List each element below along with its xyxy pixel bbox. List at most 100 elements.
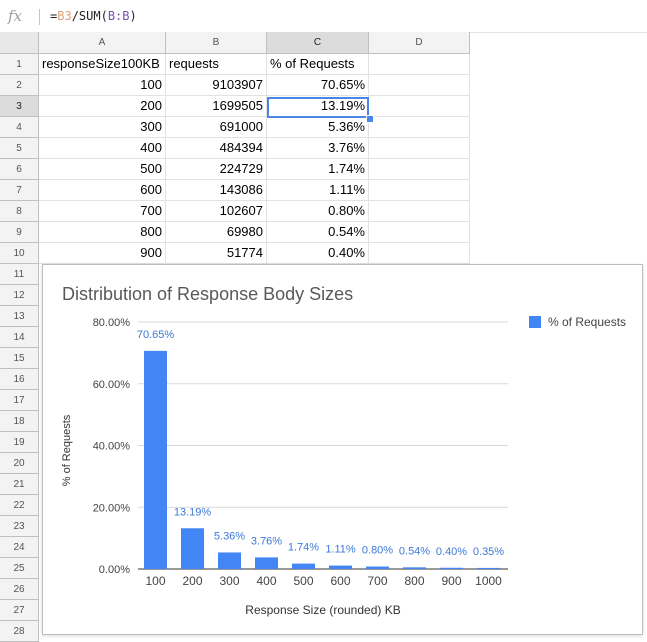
table-cell[interactable]: 0.54%: [267, 222, 369, 243]
bar: [144, 350, 167, 569]
row-header-8[interactable]: 8: [0, 201, 39, 222]
table-cell[interactable]: 1.74%: [267, 159, 369, 180]
formula-bar: fx =B3/SUM(B:B): [0, 0, 647, 33]
table-cell[interactable]: 102607: [166, 201, 267, 222]
table-cell[interactable]: 0.40%: [267, 243, 369, 264]
empty-cell[interactable]: [369, 201, 470, 222]
bar-data-label: 3.76%: [251, 535, 282, 547]
y-axis-title: % of Requests: [61, 414, 73, 486]
bar: [292, 563, 315, 569]
row-header-10[interactable]: 10: [0, 243, 39, 264]
chart-svg: Distribution of Response Body Sizes 0.00%…: [61, 284, 626, 617]
column-header-d[interactable]: D: [369, 32, 470, 54]
empty-cell[interactable]: [369, 117, 470, 138]
chart-title: Distribution of Response Body Sizes: [62, 284, 353, 304]
row-header-19[interactable]: 19: [0, 432, 39, 453]
row-header-17[interactable]: 17: [0, 390, 39, 411]
table-cell[interactable]: 691000: [166, 117, 267, 138]
table-cell[interactable]: 600: [39, 180, 166, 201]
table-cell[interactable]: 100: [39, 75, 166, 96]
row-header-4[interactable]: 4: [0, 117, 39, 138]
header-cell[interactable]: % of Requests: [267, 54, 369, 75]
row-header-18[interactable]: 18: [0, 411, 39, 432]
x-axis-title: Response Size (rounded) KB: [245, 603, 400, 617]
row-header-23[interactable]: 23: [0, 516, 39, 537]
fill-handle[interactable]: [366, 115, 374, 123]
row-header-13[interactable]: 13: [0, 306, 39, 327]
row-header-3[interactable]: 3: [0, 96, 39, 117]
row-header-25[interactable]: 25: [0, 558, 39, 579]
row-header-6[interactable]: 6: [0, 159, 39, 180]
row-header-27[interactable]: 27: [0, 600, 39, 621]
row-header-7[interactable]: 7: [0, 180, 39, 201]
column-header-b[interactable]: B: [166, 32, 267, 54]
empty-cell[interactable]: [369, 54, 470, 75]
embedded-chart[interactable]: Distribution of Response Body Sizes 0.00%…: [42, 264, 643, 635]
row-header-15[interactable]: 15: [0, 348, 39, 369]
row-header-21[interactable]: 21: [0, 474, 39, 495]
bar-data-label: 0.35%: [473, 546, 504, 558]
table-cell[interactable]: 300: [39, 117, 166, 138]
table-cell[interactable]: 1699505: [166, 96, 267, 117]
column-header-a[interactable]: A: [39, 32, 166, 54]
empty-cell[interactable]: [369, 180, 470, 201]
bar: [403, 567, 426, 569]
table-cell[interactable]: 400: [39, 138, 166, 159]
table-cell[interactable]: 69980: [166, 222, 267, 243]
table-cell[interactable]: 500: [39, 159, 166, 180]
row-header-1[interactable]: 1: [0, 54, 39, 75]
table-cell[interactable]: 484394: [166, 138, 267, 159]
table-cell[interactable]: 224729: [166, 159, 267, 180]
empty-cell[interactable]: [369, 243, 470, 264]
row-header-12[interactable]: 12: [0, 285, 39, 306]
table-cell[interactable]: 1.11%: [267, 180, 369, 201]
bar-data-label: 70.65%: [137, 329, 175, 341]
x-tick-label: 800: [404, 574, 424, 588]
table-cell[interactable]: 3.76%: [267, 138, 369, 159]
bar: [440, 567, 463, 569]
x-tick-label: 700: [367, 574, 387, 588]
x-tick-label: 400: [256, 574, 276, 588]
bar-data-label: 0.80%: [362, 545, 393, 557]
table-cell[interactable]: 700: [39, 201, 166, 222]
bar: [329, 565, 352, 569]
bar: [255, 557, 278, 569]
empty-cell[interactable]: [369, 96, 470, 117]
bar-data-label: 0.54%: [399, 545, 430, 557]
row-header-11[interactable]: 11: [0, 264, 39, 285]
row-header-22[interactable]: 22: [0, 495, 39, 516]
empty-cell[interactable]: [369, 159, 470, 180]
row-header-16[interactable]: 16: [0, 369, 39, 390]
row-header-2[interactable]: 2: [0, 75, 39, 96]
row-header-5[interactable]: 5: [0, 138, 39, 159]
bar: [477, 567, 500, 569]
empty-cell[interactable]: [369, 222, 470, 243]
row-header-20[interactable]: 20: [0, 453, 39, 474]
formula-input[interactable]: =B3/SUM(B:B): [50, 9, 137, 23]
header-cell[interactable]: responseSize100KB: [39, 54, 166, 75]
empty-cell[interactable]: [369, 75, 470, 96]
column-header-c[interactable]: C: [267, 32, 369, 54]
table-cell[interactable]: 5.36%: [267, 117, 369, 138]
row-header-14[interactable]: 14: [0, 327, 39, 348]
table-cell[interactable]: 800: [39, 222, 166, 243]
fx-icon: fx: [8, 7, 23, 25]
bar: [218, 552, 241, 569]
header-cell[interactable]: requests: [166, 54, 267, 75]
row-header-9[interactable]: 9: [0, 222, 39, 243]
table-cell[interactable]: 9103907: [166, 75, 267, 96]
y-tick-label: 20.00%: [93, 502, 131, 514]
table-cell[interactable]: 200: [39, 96, 166, 117]
table-cell[interactable]: 900: [39, 243, 166, 264]
table-cell[interactable]: 143086: [166, 180, 267, 201]
x-tick-label: 900: [441, 574, 461, 588]
table-cell[interactable]: 13.19%: [267, 96, 369, 117]
table-cell[interactable]: 51774: [166, 243, 267, 264]
row-header-24[interactable]: 24: [0, 537, 39, 558]
row-header-26[interactable]: 26: [0, 579, 39, 600]
table-cell[interactable]: 0.80%: [267, 201, 369, 222]
table-cell[interactable]: 70.65%: [267, 75, 369, 96]
select-all-corner[interactable]: [0, 32, 39, 54]
empty-cell[interactable]: [369, 138, 470, 159]
legend-label: % of Requests: [548, 315, 626, 329]
